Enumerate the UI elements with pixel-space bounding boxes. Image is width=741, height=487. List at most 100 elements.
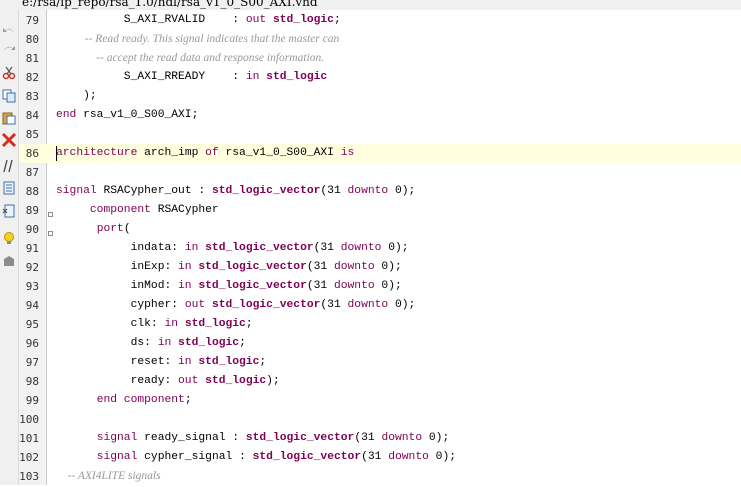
comment-icon[interactable] bbox=[1, 158, 17, 174]
bulb-icon[interactable] bbox=[1, 230, 17, 246]
code-line[interactable]: 97 reset: in std_logic; bbox=[19, 353, 741, 372]
code-line[interactable]: 100 bbox=[19, 410, 741, 429]
line-number: 103 bbox=[19, 470, 39, 483]
code-text[interactable]: -- AXI4LITE signals bbox=[56, 467, 161, 487]
code-line[interactable]: 102 signal cypher_signal : std_logic_vec… bbox=[19, 448, 741, 467]
code-line[interactable]: 94 cypher: out std_logic_vector(31 downt… bbox=[19, 296, 741, 315]
code-keyword: port bbox=[96, 223, 124, 235]
code-text[interactable]: -- Read ready. This signal indicates tha… bbox=[56, 30, 339, 50]
code-line[interactable]: 88 signal RSACypher_out : std_logic_vecto… bbox=[19, 182, 741, 201]
code-line[interactable]: 82 S_AXI_RREADY : in std_logic bbox=[19, 68, 741, 87]
code-keyword: in bbox=[178, 280, 192, 292]
code-text[interactable]: -- accept the read data and response inf… bbox=[56, 49, 324, 69]
code-keyword: std_logic bbox=[272, 14, 334, 26]
misc-icon[interactable] bbox=[1, 253, 17, 269]
code-keyword: std_logic bbox=[198, 356, 260, 368]
line-number: 98 bbox=[25, 375, 39, 388]
code-line[interactable]: 85 bbox=[19, 125, 741, 144]
line-number: 95 bbox=[25, 318, 39, 331]
code-keyword: std_logic bbox=[205, 375, 267, 387]
line-number: 92 bbox=[25, 261, 39, 274]
code-line[interactable]: 103 -- AXI4LITE signals bbox=[19, 467, 741, 486]
code-text[interactable]: architecture arch_imp of rsa_v1_0_S00_AX… bbox=[56, 144, 354, 163]
code-line[interactable]: 91 indata: in std_logic_vector(31 downto… bbox=[19, 239, 741, 258]
code-text[interactable]: clk: in std_logic; bbox=[56, 315, 253, 334]
code-keyword: component bbox=[89, 204, 151, 216]
code-line[interactable]: 89 component RSACypher bbox=[19, 201, 741, 220]
code-keyword: std_logic_vector bbox=[198, 261, 307, 273]
code-comment: -- AXI4LITE signals bbox=[56, 470, 161, 482]
code-text[interactable]: S_AXI_RREADY : in std_logic bbox=[56, 68, 327, 87]
line-number: 96 bbox=[25, 337, 39, 350]
code-token: (31 bbox=[320, 299, 348, 311]
code-text[interactable]: end component; bbox=[56, 391, 192, 410]
line-number: 88 bbox=[25, 185, 39, 198]
code-text[interactable]: ); bbox=[56, 87, 97, 106]
code-line[interactable]: 93 inMod: in std_logic_vector(31 downto … bbox=[19, 277, 741, 296]
code-text[interactable]: ready: out std_logic); bbox=[56, 372, 280, 391]
code-text[interactable]: reset: in std_logic; bbox=[56, 353, 267, 372]
code-keyword: out bbox=[184, 299, 206, 311]
code-keyword: std_logic_vector bbox=[211, 299, 321, 311]
indent-icon[interactable] bbox=[1, 180, 17, 196]
code-token: ready_signal : bbox=[137, 432, 246, 444]
code-keyword: std_logic_vector bbox=[211, 185, 321, 197]
code-token: cypher_signal : bbox=[137, 451, 253, 463]
code-text[interactable]: signal ready_signal : std_logic_vector(3… bbox=[56, 429, 450, 448]
code-line[interactable]: 80 -- Read ready. This signal indicates … bbox=[19, 30, 741, 49]
code-text[interactable]: ds: in std_logic; bbox=[56, 334, 246, 353]
undo-icon[interactable] bbox=[1, 24, 17, 40]
code-text[interactable]: port( bbox=[56, 220, 131, 239]
line-number: 84 bbox=[25, 109, 39, 122]
code-keyword: downto bbox=[347, 185, 389, 197]
code-text[interactable]: inMod: in std_logic_vector(31 downto 0); bbox=[56, 277, 402, 296]
line-number: 102 bbox=[19, 451, 39, 464]
code-line[interactable]: 81 -- accept the read data and response … bbox=[19, 49, 741, 68]
code-text[interactable]: inExp: in std_logic_vector(31 downto 0); bbox=[56, 258, 402, 277]
code-text[interactable]: S_AXI_RVALID : out std_logic; bbox=[56, 11, 341, 30]
code-line[interactable]: 92 inExp: in std_logic_vector(31 downto … bbox=[19, 258, 741, 277]
code-text[interactable]: cypher: out std_logic_vector(31 downto 0… bbox=[56, 296, 416, 315]
paste-icon[interactable] bbox=[1, 110, 17, 126]
editor-toolbar bbox=[0, 10, 19, 485]
code-line[interactable]: 83 ); bbox=[19, 87, 741, 106]
code-keyword: std_logic bbox=[266, 71, 328, 83]
code-token: ; bbox=[259, 356, 267, 368]
text-caret bbox=[56, 146, 57, 161]
code-text[interactable]: signal RSACypher_out : std_logic_vector(… bbox=[56, 182, 415, 201]
code-line[interactable]: 99 end component; bbox=[19, 391, 741, 410]
code-line[interactable]: 87 bbox=[19, 163, 741, 182]
code-line[interactable]: 86 architecture arch_imp of rsa_v1_0_S00_… bbox=[19, 144, 741, 163]
redo-icon[interactable] bbox=[1, 42, 17, 58]
line-number: 100 bbox=[19, 413, 39, 426]
code-keyword: signal bbox=[96, 432, 138, 444]
code-text[interactable]: end rsa_v1_0_S00_AXI; bbox=[56, 106, 198, 125]
copy-icon[interactable] bbox=[1, 88, 17, 104]
file-path: e:/rsa/ip_repo/rsa_1.0/hdl/rsa_v1_0_S00_… bbox=[22, 0, 318, 9]
code-text[interactable]: signal cypher_signal : std_logic_vector(… bbox=[56, 448, 456, 467]
code-token: S_AXI_RREADY : bbox=[56, 71, 246, 83]
code-keyword: signal bbox=[56, 185, 97, 197]
line-number: 97 bbox=[25, 356, 39, 369]
code-token: RSACypher bbox=[150, 204, 219, 216]
code-line[interactable]: 95 clk: in std_logic; bbox=[19, 315, 741, 334]
code-token: ; bbox=[184, 394, 192, 406]
code-token: arch_imp bbox=[137, 147, 206, 159]
code-text[interactable]: indata: in std_logic_vector(31 downto 0)… bbox=[56, 239, 409, 258]
code-line[interactable]: 90 port( bbox=[19, 220, 741, 239]
code-line[interactable]: 79 S_AXI_RVALID : out std_logic; bbox=[19, 11, 741, 30]
code-keyword: std_logic_vector bbox=[252, 451, 362, 463]
cut-icon[interactable] bbox=[1, 65, 17, 81]
delete-icon[interactable] bbox=[1, 132, 17, 148]
code-keyword: signal bbox=[96, 451, 138, 463]
code-line[interactable]: 96 ds: in std_logic; bbox=[19, 334, 741, 353]
code-token: (31 bbox=[361, 451, 389, 463]
uncomment-icon[interactable] bbox=[1, 203, 17, 219]
code-text[interactable]: component RSACypher bbox=[56, 201, 219, 220]
code-line[interactable]: 84 end rsa_v1_0_S00_AXI; bbox=[19, 106, 741, 125]
code-line[interactable]: 101 signal ready_signal : std_logic_vect… bbox=[19, 429, 741, 448]
code-line[interactable]: 98 ready: out std_logic); bbox=[19, 372, 741, 391]
line-number: 80 bbox=[25, 33, 39, 46]
